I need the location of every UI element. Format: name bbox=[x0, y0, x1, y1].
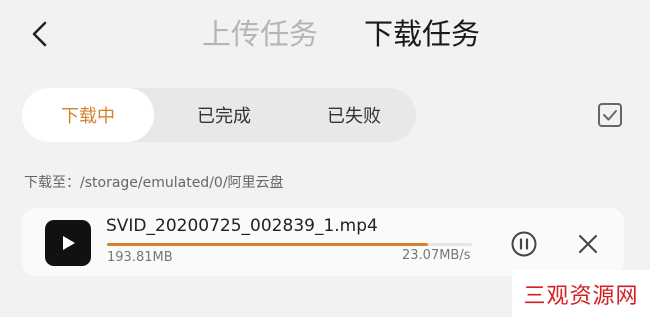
file-size: 193.81MB bbox=[107, 250, 173, 265]
video-play-icon bbox=[63, 236, 75, 250]
top-bar: 上传任务 下载任务 bbox=[0, 0, 650, 70]
pause-circle-icon bbox=[511, 231, 537, 257]
download-task-item[interactable]: SVID_20200725_002839_1.mp4 193.81MB 23.0… bbox=[22, 208, 624, 276]
chevron-left-icon bbox=[32, 21, 47, 47]
filter-completed[interactable]: 已完成 bbox=[164, 88, 284, 142]
progress-bar bbox=[107, 243, 472, 246]
watermark: 三观资源网 bbox=[512, 270, 650, 317]
back-button[interactable] bbox=[22, 14, 58, 54]
video-file-icon bbox=[45, 220, 91, 266]
filter-downloading[interactable]: 下载中 bbox=[22, 88, 154, 142]
pause-button[interactable] bbox=[510, 230, 538, 258]
progress-fill bbox=[107, 243, 429, 246]
filter-failed[interactable]: 已失败 bbox=[294, 88, 414, 142]
status-filter: 下载中 已完成 已失败 bbox=[22, 88, 416, 142]
tab-upload-tasks[interactable]: 上传任务 bbox=[202, 14, 318, 54]
download-path: 下载至：/storage/emulated/0/阿里云盘 bbox=[24, 175, 284, 191]
download-speed: 23.07MB/s bbox=[402, 248, 471, 263]
select-all-button[interactable] bbox=[597, 102, 623, 128]
checkbox-icon bbox=[598, 103, 622, 127]
close-icon bbox=[579, 235, 597, 253]
tab-download-tasks[interactable]: 下载任务 bbox=[364, 14, 480, 54]
cancel-button[interactable] bbox=[576, 232, 600, 256]
file-name: SVID_20200725_002839_1.mp4 bbox=[106, 216, 378, 236]
